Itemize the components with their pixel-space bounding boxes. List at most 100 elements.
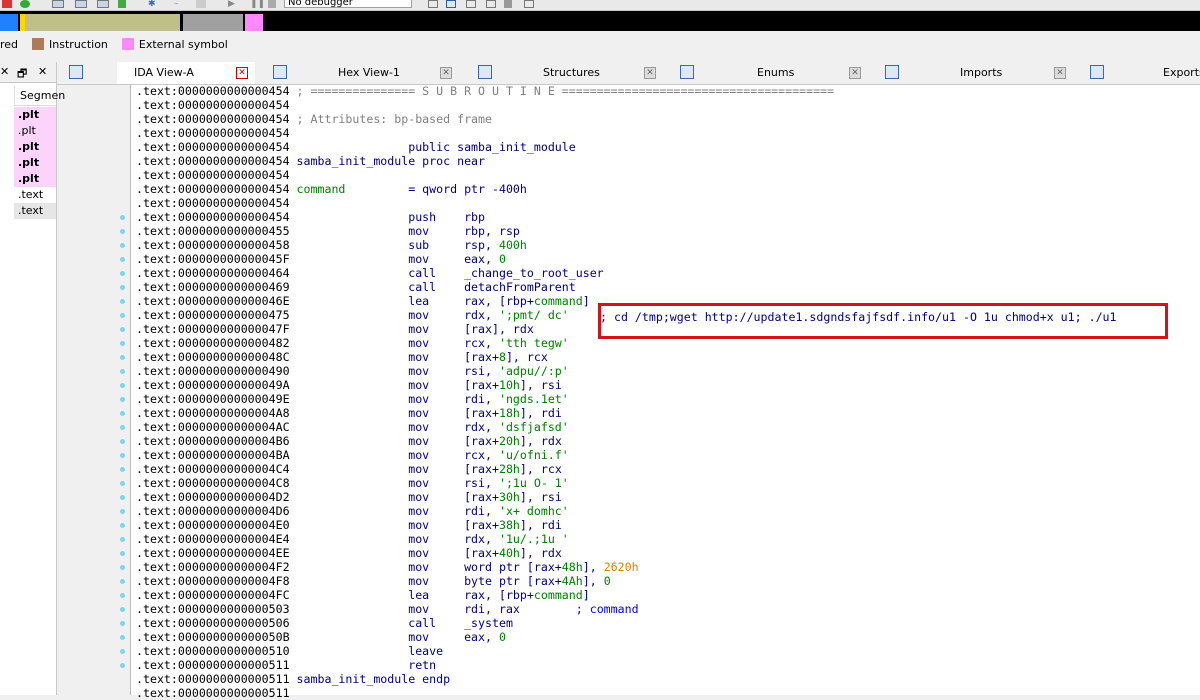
code-line[interactable]: .text:000000000000047F mov [rax], rdx bbox=[136, 322, 534, 336]
code-line[interactable]: .text:00000000000004F8 mov byte ptr [rax… bbox=[136, 574, 611, 588]
code-line[interactable]: .text:00000000000004C4 mov [rax+28h], rc… bbox=[136, 462, 562, 476]
pause-icon[interactable]: ❚❚ bbox=[250, 0, 265, 9]
tab-functions[interactable] bbox=[57, 62, 117, 84]
restore-icon[interactable]: 🗗 bbox=[17, 65, 27, 84]
code-line[interactable]: .text:00000000000004EE mov [rax+40h], rd… bbox=[136, 546, 562, 560]
code-line[interactable]: .text:00000000000004A8 mov [rax+18h], rd… bbox=[136, 406, 562, 420]
code-line[interactable]: .text:0000000000000454 push rbp bbox=[136, 210, 485, 224]
breakpoint-dot[interactable] bbox=[120, 313, 125, 318]
code-line[interactable]: .text:0000000000000464 call _change_to_r… bbox=[136, 266, 604, 280]
asterisk-icon[interactable]: ✱ bbox=[148, 0, 156, 9]
code-line[interactable]: .text:0000000000000511 samba_init_module… bbox=[136, 672, 450, 686]
tab-ida-view-a[interactable]: IDA View-A ✕ bbox=[117, 62, 255, 84]
tab-hex-view-1[interactable]: Hex View-1 ✕ bbox=[255, 62, 460, 84]
breakpoint-dot[interactable] bbox=[120, 621, 125, 626]
breakpoint-dot[interactable] bbox=[120, 649, 125, 654]
table-icon[interactable] bbox=[97, 0, 109, 8]
code-line[interactable]: .text:0000000000000482 mov rcx, 'tth teg… bbox=[136, 336, 569, 350]
navigation-band[interactable] bbox=[0, 11, 1200, 31]
breakpoint-dot[interactable] bbox=[120, 285, 125, 290]
code-line[interactable]: .text:00000000000004B6 mov [rax+20h], rd… bbox=[136, 434, 562, 448]
code-line[interactable]: .text:000000000000045F mov eax, 0 bbox=[136, 252, 506, 266]
return-icon[interactable] bbox=[524, 0, 534, 8]
run-to-icon[interactable] bbox=[504, 0, 512, 8]
breakpoint-dot[interactable] bbox=[120, 551, 125, 556]
breakpoint-gutter[interactable] bbox=[116, 85, 130, 695]
breakpoint-dot[interactable] bbox=[120, 383, 125, 388]
code-line[interactable]: .text:0000000000000510 leave bbox=[136, 644, 443, 658]
breakpoint-dot[interactable] bbox=[120, 607, 125, 612]
tab-imports[interactable]: Imports ✕ bbox=[865, 62, 1070, 84]
run-icon[interactable] bbox=[118, 0, 126, 8]
breakpoint-dot[interactable] bbox=[120, 257, 125, 262]
window-icon[interactable] bbox=[196, 0, 206, 8]
breakpoint-dot[interactable] bbox=[120, 243, 125, 248]
segments-column-header[interactable]: Segmen bbox=[14, 86, 65, 106]
go-icon[interactable] bbox=[20, 0, 30, 8]
segment-row[interactable]: .plt bbox=[14, 139, 56, 155]
code-line[interactable]: .text:0000000000000454 public samba_init… bbox=[136, 140, 576, 154]
segment-row[interactable]: .plt bbox=[14, 107, 56, 123]
breakpoint-dot[interactable] bbox=[120, 579, 125, 584]
close-icon[interactable]: ✕ bbox=[644, 67, 656, 79]
code-line[interactable]: .text:00000000000004E0 mov [rax+38h], rd… bbox=[136, 518, 562, 532]
code-line[interactable]: .text:000000000000049A mov [rax+10h], rs… bbox=[136, 378, 562, 392]
segment-row[interactable]: .text bbox=[14, 203, 56, 219]
code-line[interactable]: .text:0000000000000511 retn bbox=[136, 658, 436, 672]
stop-icon[interactable] bbox=[2, 0, 12, 8]
segment-row[interactable]: .plt bbox=[14, 171, 56, 187]
breakpoint-dot[interactable] bbox=[120, 593, 125, 598]
breakpoint-dot[interactable] bbox=[120, 481, 125, 486]
breakpoint-dot[interactable] bbox=[120, 663, 125, 668]
tab-exports[interactable]: Exports bbox=[1070, 62, 1200, 84]
code-line[interactable]: .text:0000000000000469 call detachFromPa… bbox=[136, 280, 576, 294]
code-line[interactable]: .text:00000000000004FC lea rax, [rbp+com… bbox=[136, 588, 590, 602]
code-line[interactable]: .text:0000000000000454 ; Attributes: bp-… bbox=[136, 112, 492, 126]
breakpoint-dot[interactable] bbox=[120, 495, 125, 500]
code-line[interactable]: .text:0000000000000454 bbox=[136, 196, 290, 210]
code-line[interactable]: .text:0000000000000490 mov rsi, 'adpu//:… bbox=[136, 364, 569, 378]
breakpoint-dot[interactable] bbox=[120, 369, 125, 374]
close-icon[interactable]: ✕ bbox=[440, 67, 452, 79]
code-line[interactable]: .text:0000000000000458 sub rsp, 400h bbox=[136, 238, 527, 252]
code-line[interactable]: .text:0000000000000454 command = qword p… bbox=[136, 182, 527, 196]
code-line[interactable]: .text:0000000000000454 bbox=[136, 126, 290, 140]
breakpoint-dot[interactable] bbox=[120, 425, 125, 430]
code-line[interactable]: .text:000000000000048C mov [rax+8], rcx bbox=[136, 350, 548, 364]
trace-icon[interactable] bbox=[446, 0, 456, 8]
breakpoint-dot[interactable] bbox=[120, 453, 125, 458]
breakpoint-dot[interactable] bbox=[120, 229, 125, 234]
code-line[interactable]: .text:0000000000000454 samba_init_module… bbox=[136, 154, 485, 168]
play-icon[interactable]: ▶ bbox=[228, 0, 236, 9]
grid-icon[interactable] bbox=[75, 0, 87, 8]
close-icon[interactable]: ✕ bbox=[236, 67, 248, 79]
tab-structures[interactable]: Structures ✕ bbox=[460, 62, 660, 84]
segment-row[interactable]: .plt bbox=[14, 155, 56, 171]
code-line[interactable]: .text:0000000000000511 bbox=[136, 686, 290, 700]
debugger-select[interactable]: No debugger bbox=[284, 0, 412, 8]
code-line[interactable]: .text:000000000000050B mov eax, 0 bbox=[136, 630, 506, 644]
code-line[interactable]: .text:0000000000000506 call _system bbox=[136, 616, 513, 630]
breakpoint-dot[interactable] bbox=[120, 635, 125, 640]
dash-icon[interactable]: – bbox=[174, 0, 182, 9]
breakpoint-dot[interactable] bbox=[120, 397, 125, 402]
breakpoint-dot[interactable] bbox=[120, 523, 125, 528]
code-line[interactable]: .text:0000000000000454 bbox=[136, 98, 290, 112]
code-line[interactable]: .text:00000000000004BA mov rcx, 'u/ofni.… bbox=[136, 448, 569, 462]
code-line[interactable]: .text:000000000000046E lea rax, [rbp+com… bbox=[136, 294, 590, 308]
breakpoint-dot[interactable] bbox=[120, 565, 125, 570]
breakpoint-dot[interactable] bbox=[120, 327, 125, 332]
step-over-icon[interactable] bbox=[486, 0, 496, 8]
code-line[interactable]: .text:000000000000049E mov rdi, 'ngds.1e… bbox=[136, 392, 569, 406]
code-line[interactable]: .text:00000000000004D2 mov [rax+30h], rs… bbox=[136, 490, 562, 504]
code-line[interactable]: .text:00000000000004F2 mov word ptr [rax… bbox=[136, 560, 639, 574]
code-line[interactable]: .text:00000000000004E4 mov rdx, '1u/.;1u… bbox=[136, 532, 569, 546]
code-line[interactable]: .text:00000000000004C8 mov rsi, ';1u O- … bbox=[136, 476, 569, 490]
code-line[interactable]: .text:0000000000000503 mov rdi, rax ; co… bbox=[136, 602, 639, 616]
code-line[interactable]: .text:0000000000000454 bbox=[136, 168, 290, 182]
breakpoint-dot[interactable] bbox=[120, 271, 125, 276]
code-line[interactable]: .text:0000000000000455 mov rbp, rsp bbox=[136, 224, 520, 238]
breakpoint-dot[interactable] bbox=[120, 215, 125, 220]
close-icon[interactable]: ✕ bbox=[1054, 67, 1066, 79]
breakpoint-dot[interactable] bbox=[120, 355, 125, 360]
